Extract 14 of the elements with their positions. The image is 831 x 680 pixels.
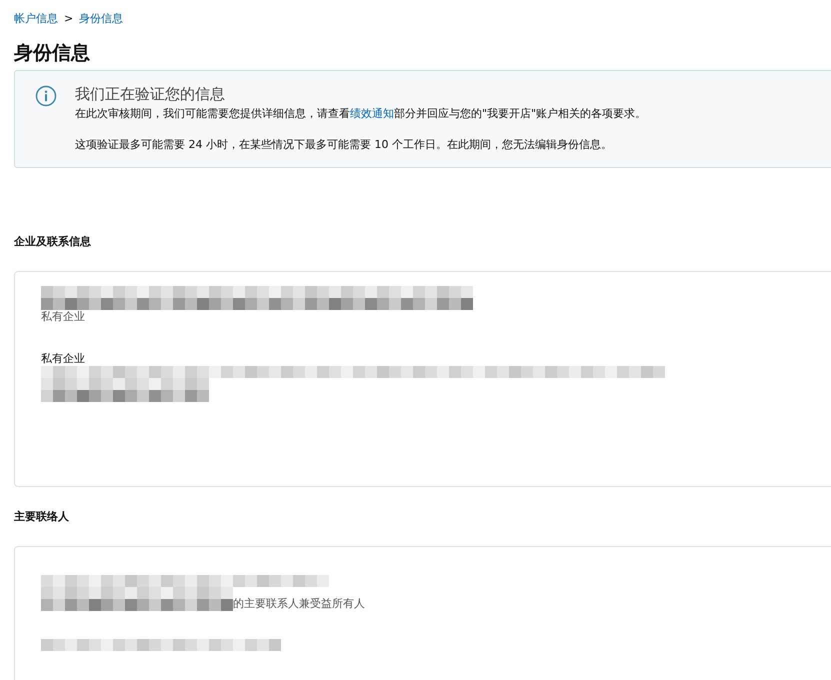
alert-title: 我们正在验证您的信息 bbox=[75, 85, 226, 104]
link[interactable]: 绩效通知 bbox=[350, 107, 394, 120]
company-type-label: 私有企业 bbox=[41, 352, 85, 366]
section-heading: 主要联络人 bbox=[14, 509, 70, 524]
alert-text: 这项验证最多可能需要 24 小时，在某些情况下最多可能需要 10 个工作日。在此期间，您无法编辑身份信息。 bbox=[75, 137, 613, 153]
breadcrumb-link[interactable]: 帐户信息 bbox=[14, 10, 58, 26]
breadcrumb-link[interactable]: 身份信息 bbox=[79, 10, 124, 26]
alert-text: 在此次审核期间，我们可能需要您提供详细信息，请查看绩效通知部分并回应与您的"我要开店"账户相关的各项要求。 bbox=[75, 106, 646, 122]
page-title: 身份信息 bbox=[14, 41, 91, 66]
info-icon bbox=[35, 85, 57, 107]
breadcrumb-separator: > bbox=[64, 12, 74, 24]
contact-role: 的主要联系人兼受益所有人 bbox=[233, 597, 365, 611]
company-type: 私有企业 bbox=[41, 310, 85, 324]
section-heading: 企业及联系信息 bbox=[14, 234, 92, 249]
